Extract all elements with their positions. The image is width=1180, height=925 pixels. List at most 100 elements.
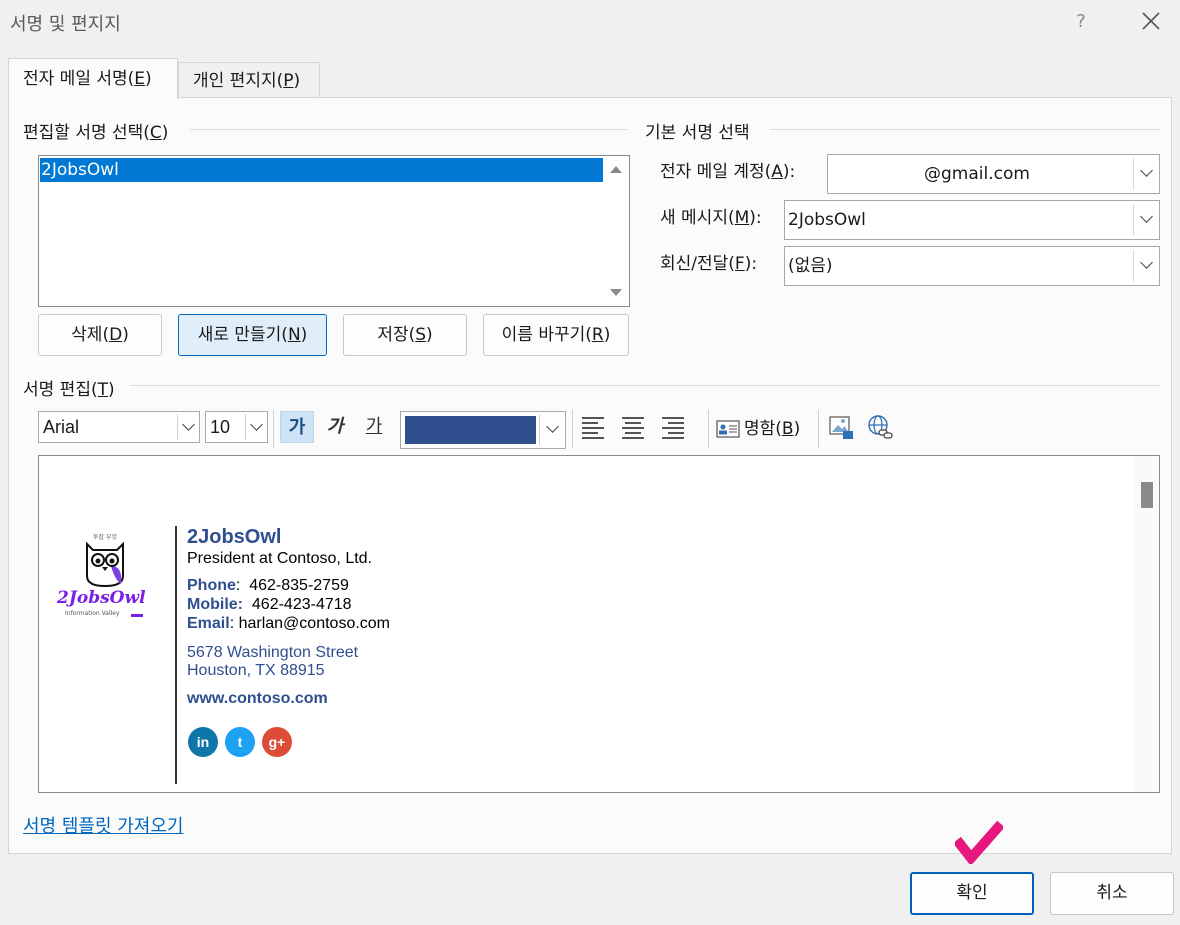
dropdown-button[interactable] bbox=[177, 414, 199, 440]
label-suffix: ): bbox=[744, 254, 758, 274]
color-swatch bbox=[405, 416, 536, 444]
font-size-select[interactable]: 10 bbox=[205, 411, 268, 443]
tab-label: 전자 메일 서명( bbox=[23, 69, 135, 89]
btn-accel: B bbox=[781, 419, 794, 439]
dropdown-button[interactable] bbox=[1133, 158, 1159, 190]
align-right-icon[interactable] bbox=[662, 416, 684, 439]
account-value: @gmail.com bbox=[924, 164, 1030, 184]
bold-button[interactable]: 가 bbox=[280, 411, 314, 443]
label-accel: M bbox=[734, 208, 750, 228]
chevron-down-icon bbox=[546, 420, 559, 433]
group-divider bbox=[130, 385, 1160, 386]
help-button[interactable]: ? bbox=[1068, 8, 1094, 36]
font-color-select[interactable] bbox=[400, 411, 566, 449]
btn-text: 저장( bbox=[377, 325, 416, 345]
replies-select[interactable]: (없음) bbox=[784, 246, 1160, 286]
new-button[interactable]: 새로 만들기(N) bbox=[178, 314, 327, 356]
rename-button[interactable]: 이름 바꾸기(R) bbox=[483, 314, 629, 356]
insert-hyperlink-icon[interactable] bbox=[867, 414, 893, 440]
insert-picture-icon[interactable] bbox=[828, 414, 854, 440]
btn-accel: N bbox=[287, 325, 301, 345]
btn-accel: S bbox=[415, 325, 427, 345]
dropdown-button[interactable] bbox=[245, 414, 267, 440]
dropdown-button[interactable] bbox=[539, 415, 565, 445]
toolbar-separator bbox=[818, 410, 819, 448]
sig-address-line1: 5678 Washington Street bbox=[187, 644, 359, 661]
btn-suffix: ) bbox=[300, 325, 308, 345]
size-value: 10 bbox=[210, 417, 231, 437]
scroll-thumb[interactable] bbox=[1141, 482, 1153, 508]
sig-address-line2: Houston, TX 88915 bbox=[187, 662, 325, 679]
chevron-down-icon bbox=[1140, 210, 1153, 223]
btn-text: 이름 바꾸기( bbox=[501, 325, 592, 345]
label-text: 서명 편집( bbox=[23, 380, 98, 400]
close-icon bbox=[1142, 12, 1160, 30]
font-family-select[interactable]: Arial bbox=[38, 411, 200, 443]
btn-accel: R bbox=[591, 325, 604, 345]
chevron-down-icon bbox=[1140, 256, 1153, 269]
logo-underline bbox=[131, 614, 143, 617]
new-messages-select[interactable]: 2JobsOwl bbox=[784, 200, 1160, 240]
linkedin-icon[interactable]: in bbox=[188, 727, 218, 757]
cancel-button[interactable]: 취소 bbox=[1050, 872, 1174, 915]
list-item[interactable]: 2JobsOwl bbox=[40, 158, 603, 182]
owl-icon bbox=[86, 541, 124, 588]
tab-suffix: ) bbox=[145, 69, 152, 89]
group-divider bbox=[190, 129, 628, 130]
btn-suffix: ) bbox=[793, 419, 801, 439]
default-signature-label: 기본 서명 선택 bbox=[645, 118, 758, 143]
editor-scrollbar[interactable] bbox=[1135, 456, 1159, 792]
signature-editor[interactable]: 투잡 부엉 2JobsOwl Information Valley 2JobsO… bbox=[38, 455, 1160, 793]
dropdown-button[interactable] bbox=[1133, 250, 1159, 282]
underline-button[interactable]: 가 bbox=[357, 411, 391, 443]
signature-divider bbox=[175, 526, 177, 784]
signature-list[interactable]: 2JobsOwl bbox=[38, 155, 630, 307]
list-scrollbar[interactable] bbox=[603, 156, 629, 306]
font-value: Arial bbox=[43, 417, 80, 437]
import-template-link[interactable]: 서명 템플릿 가져오기 bbox=[23, 812, 183, 838]
italic-button[interactable]: 가 bbox=[318, 411, 352, 443]
save-button[interactable]: 저장(S) bbox=[343, 314, 467, 356]
edit-signature-label: 서명 편집(T) bbox=[23, 375, 123, 400]
company-logo: 투잡 부엉 2JobsOwl Information Valley bbox=[55, 534, 155, 624]
title-bar: 서명 및 편지지 ? bbox=[0, 0, 1180, 46]
checkmark-icon bbox=[955, 820, 1003, 864]
account-select[interactable]: @gmail.com bbox=[827, 154, 1160, 194]
scroll-up-icon[interactable] bbox=[610, 166, 622, 173]
dropdown-button[interactable] bbox=[1133, 204, 1159, 236]
twitter-icon[interactable]: t bbox=[225, 727, 255, 757]
scroll-down-icon[interactable] bbox=[610, 289, 622, 296]
google-plus-icon[interactable]: g+ bbox=[262, 727, 292, 757]
label-suffix: ): bbox=[749, 208, 762, 228]
tab-suffix: ) bbox=[293, 71, 301, 91]
label-suffix: ) bbox=[108, 380, 115, 400]
btn-suffix: ) bbox=[426, 325, 433, 345]
sig-title: President at Contoso, Ltd. bbox=[187, 550, 372, 567]
label-accel: A bbox=[771, 162, 783, 182]
business-card-button[interactable]: 명함(B) bbox=[716, 414, 800, 444]
tab-accel: E bbox=[134, 69, 146, 89]
btn-suffix: ) bbox=[122, 325, 129, 345]
new-messages-label: 새 메시지(M): bbox=[660, 203, 762, 228]
tab-email-signature[interactable]: 전자 메일 서명(E) bbox=[8, 58, 178, 99]
delete-button[interactable]: 삭제(D) bbox=[38, 314, 162, 356]
btn-text: 삭제( bbox=[71, 325, 110, 345]
label-accel: F bbox=[734, 254, 745, 274]
logo-text: 2JobsOwl bbox=[57, 588, 146, 608]
tab-accel: P bbox=[283, 71, 294, 91]
toolbar-separator bbox=[708, 410, 709, 448]
label-suffix: ) bbox=[161, 123, 169, 143]
label-accel: T bbox=[97, 380, 108, 400]
select-signature-label: 편집할 서명 선택(C) bbox=[23, 118, 177, 143]
sig-website[interactable]: www.contoso.com bbox=[187, 690, 328, 708]
align-left-icon[interactable] bbox=[582, 416, 604, 439]
toolbar-separator bbox=[572, 410, 573, 448]
btn-suffix: ) bbox=[603, 325, 611, 345]
close-button[interactable] bbox=[1136, 6, 1166, 36]
toolbar-separator bbox=[273, 410, 274, 448]
sig-mobile: Mobile: 462-423-4718 bbox=[187, 596, 352, 614]
align-center-icon[interactable] bbox=[622, 416, 644, 439]
ok-button[interactable]: 확인 bbox=[910, 872, 1034, 915]
tab-personal-stationery[interactable]: 개인 편지지(P) bbox=[178, 62, 320, 98]
label-text: 전자 메일 계정( bbox=[660, 162, 772, 182]
